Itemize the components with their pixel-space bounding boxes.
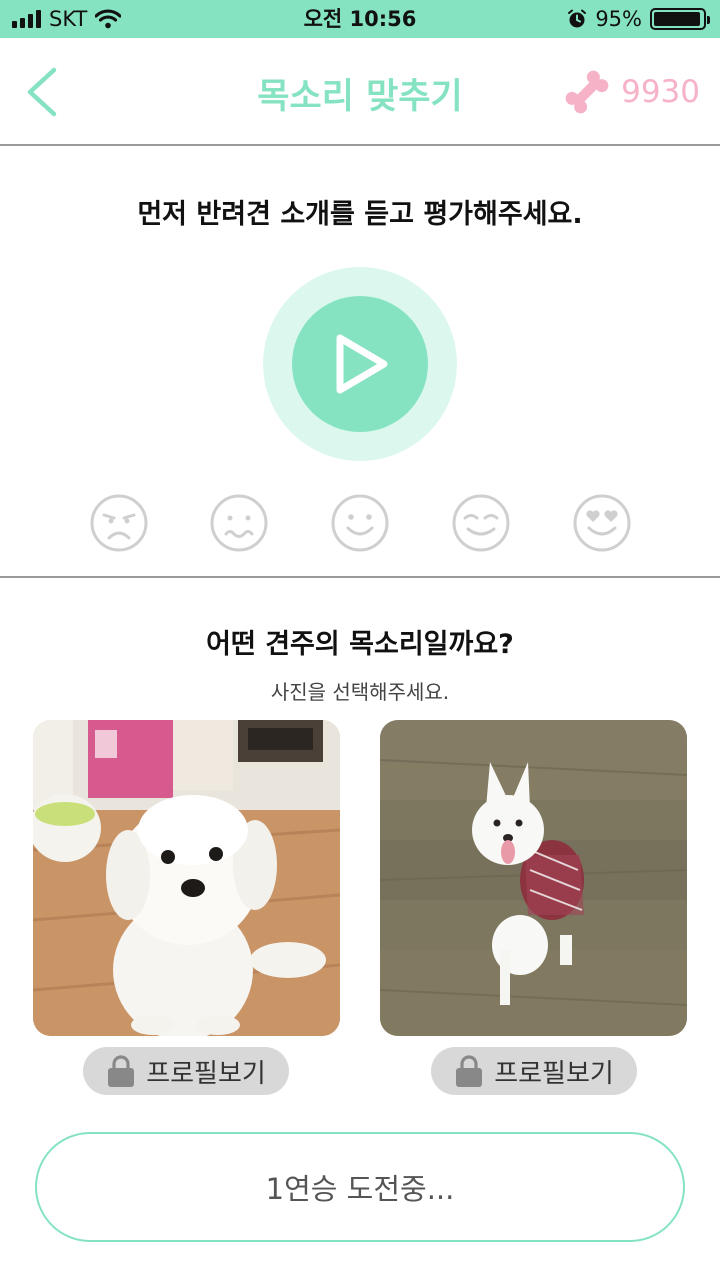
content-face-icon <box>452 494 510 552</box>
win-streak-label: 1연승 도전중... <box>265 1172 455 1206</box>
listen-instruction: 먼저 반려견 소개를 듣고 평가해주세요. <box>137 199 583 230</box>
quiz-question: 어떤 견주의 목소리일까요? <box>206 629 514 660</box>
section-divider <box>0 576 720 578</box>
worried-face-icon <box>210 494 268 552</box>
alarm-icon <box>568 9 587 28</box>
smile-face-icon <box>331 494 389 552</box>
lock-icon <box>456 1055 483 1087</box>
rating-sad-button[interactable] <box>90 494 148 552</box>
play-button[interactable] <box>292 296 428 432</box>
profile-button-1[interactable]: 프로필보기 <box>83 1047 289 1095</box>
rating-smile-button[interactable] <box>331 494 389 552</box>
points-display: 9930 <box>563 66 700 118</box>
header: 목소리 맞추기 9930 <box>0 38 720 146</box>
sad-face-icon <box>90 494 148 552</box>
heart-eyes-face-icon <box>573 494 631 552</box>
status-bar: SKT 오전 10:56 95% <box>0 0 720 38</box>
profile-button-label: 프로필보기 <box>146 1058 266 1089</box>
battery-percent: 95% <box>595 7 642 31</box>
bone-icon <box>565 70 609 114</box>
win-streak-button[interactable]: 1연승 도전중... <box>35 1132 685 1242</box>
points-value: 9930 <box>621 74 700 110</box>
quiz-subtext: 사진을 선택해주세요. <box>270 680 450 704</box>
battery-icon <box>650 8 710 30</box>
profile-button-label: 프로필보기 <box>494 1058 614 1089</box>
dog-photo-spitz[interactable] <box>380 720 687 1036</box>
rating-content-button[interactable] <box>452 494 510 552</box>
dog-photo-bichon[interactable] <box>33 720 340 1036</box>
profile-button-2[interactable]: 프로필보기 <box>431 1047 637 1095</box>
lock-icon <box>108 1055 135 1087</box>
play-icon <box>336 334 388 394</box>
rating-love-button[interactable] <box>573 494 631 552</box>
rating-worried-button[interactable] <box>210 494 268 552</box>
